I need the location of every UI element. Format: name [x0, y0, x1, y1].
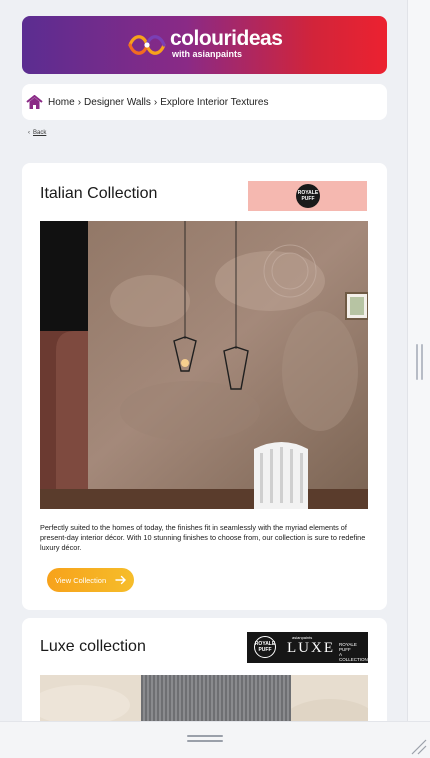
royale-puff-logo: ROYALE PUFF [248, 181, 367, 211]
breadcrumb: Home › Designer Walls › Explore Interior… [22, 84, 387, 120]
collection-title: Italian Collection [40, 185, 158, 202]
chevron-left-icon: ‹ [28, 130, 30, 136]
breadcrumb-item-designer-walls[interactable]: Designer Walls [84, 97, 151, 108]
view-collection-label: View Collection [55, 575, 107, 585]
breadcrumb-item-home[interactable]: Home [48, 97, 75, 108]
italian-collection-image[interactable] [40, 221, 368, 509]
chevron-right-icon: › [153, 96, 158, 108]
back-label: Back [33, 130, 47, 136]
royale-puff-badge: ROYALE PUFF [296, 184, 320, 208]
side-drag-handle-icon[interactable] [416, 344, 424, 380]
royale-puff-badge: ROYALE PUFF [254, 636, 276, 658]
luxe-side-text: ROYALE PUFF A COLLECTION FROM ROYALE [339, 642, 368, 672]
brand-subline: with asianpaints [172, 49, 243, 59]
colourideas-logo-icon [128, 35, 166, 55]
chevron-right-icon: › [77, 96, 82, 108]
home-icon[interactable] [26, 94, 43, 110]
luxe-wordmark: LUXE [287, 640, 335, 656]
resize-grip-icon[interactable] [410, 738, 428, 756]
bottom-toolbar [0, 721, 430, 758]
luxe-logo: ROYALE PUFF asianpaints LUXE ROYALE PUFF… [247, 632, 368, 672]
collection-card-italian: Italian Collection ROYALE PUFF Perfectly… [22, 163, 387, 610]
view-collection-button[interactable]: View Collection [47, 568, 134, 592]
collection-title: Luxe collection [40, 638, 146, 655]
brand-name: colourideas [170, 27, 283, 50]
brand-banner[interactable]: colourideas with asianpaints [22, 16, 387, 74]
arrow-right-icon [115, 575, 126, 585]
drag-handle-icon[interactable] [187, 735, 223, 743]
back-link[interactable]: ‹ Back [28, 130, 46, 136]
breadcrumb-item-interior-textures: Explore Interior Textures [160, 96, 269, 108]
collection-description: Perfectly suited to the homes of today, … [40, 523, 366, 552]
